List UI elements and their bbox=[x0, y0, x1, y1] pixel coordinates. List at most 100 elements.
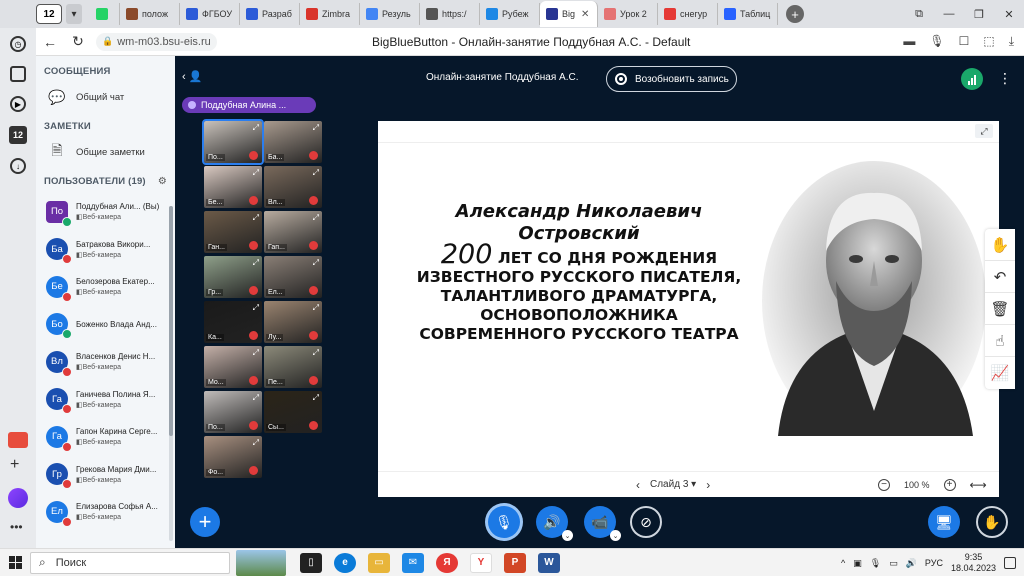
multi-user-icon[interactable]: ☝ bbox=[985, 325, 1015, 357]
expand-icon[interactable]: ⤢ bbox=[253, 213, 259, 223]
video-tile[interactable]: ⤢ Фо... bbox=[204, 436, 262, 478]
taskbar-search[interactable]: ⌕ Поиск bbox=[30, 551, 230, 574]
browser-tab[interactable] bbox=[90, 3, 120, 25]
presentation-toggle-button[interactable]: 🖥 bbox=[928, 506, 960, 538]
close-window-button[interactable]: ✕ bbox=[994, 8, 1024, 21]
browser-tab[interactable]: Рубеж bbox=[480, 3, 540, 25]
shared-notes-item[interactable]: 🗎 Общие заметки bbox=[36, 138, 175, 166]
video-tile[interactable]: ⤢ Бе... bbox=[204, 166, 262, 208]
trash-icon[interactable]: 🗑 bbox=[985, 293, 1015, 325]
mic-icon[interactable]: 🎙 bbox=[929, 34, 944, 49]
fit-width-button[interactable]: ⟷ bbox=[970, 478, 987, 492]
record-button[interactable]: Возобновить запись bbox=[606, 66, 737, 92]
raise-hand-button[interactable]: ✋ bbox=[976, 506, 1008, 538]
notifications-icon[interactable] bbox=[1004, 557, 1016, 569]
tray-expand-icon[interactable]: ^ bbox=[841, 558, 845, 568]
slide-selector[interactable]: Слайд 3 ▾ bbox=[650, 479, 696, 490]
expand-icon[interactable]: ⤢ bbox=[253, 348, 259, 358]
user-list-item[interactable]: Ел Елизарова Софья А... ◧Веб-камера bbox=[36, 493, 175, 531]
mail-icon[interactable] bbox=[8, 432, 28, 448]
mic-button[interactable]: 🎙 bbox=[488, 506, 520, 538]
browser-tab[interactable]: снегур bbox=[658, 3, 718, 25]
video-tile[interactable]: ⤢ Мо... bbox=[204, 346, 262, 388]
yandex-icon[interactable]: Y bbox=[470, 552, 492, 573]
video-tile[interactable]: ⤢ Гр... bbox=[204, 256, 262, 298]
expand-icon[interactable]: ⤢ bbox=[313, 258, 319, 268]
network-icon[interactable]: ▭ bbox=[889, 558, 898, 569]
video-tile[interactable]: ⤢ Ган... bbox=[204, 211, 262, 253]
browser-tab[interactable]: полож bbox=[120, 3, 180, 25]
url-field[interactable]: 🔒 wm-m03.bsu-eis.ru bbox=[96, 32, 217, 51]
new-tab-button[interactable]: + bbox=[786, 5, 804, 23]
language-indicator[interactable]: РУС bbox=[925, 558, 943, 568]
expand-icon[interactable]: ⤢ bbox=[313, 303, 319, 313]
browser-tab[interactable]: Таблиц bbox=[718, 3, 778, 25]
browser-tab[interactable]: ФГБОУ bbox=[180, 3, 240, 25]
expand-icon[interactable]: ⤢ bbox=[253, 438, 259, 448]
expand-icon[interactable]: ⤢ bbox=[253, 123, 259, 133]
expand-icon[interactable]: ⤢ bbox=[313, 213, 319, 223]
expand-icon[interactable]: ⤢ bbox=[313, 348, 319, 358]
word-icon[interactable]: W bbox=[538, 552, 560, 573]
actions-plus-button[interactable]: + bbox=[190, 507, 220, 537]
expand-icon[interactable]: ⤢ bbox=[313, 168, 319, 178]
user-list-toggle[interactable]: ‹ 👤 bbox=[182, 70, 202, 83]
edge-icon[interactable]: e bbox=[334, 552, 356, 573]
minimize-button[interactable]: — bbox=[934, 8, 964, 20]
screen-share-button[interactable]: ⊘ bbox=[630, 506, 662, 538]
expand-icon[interactable]: ⤢ bbox=[313, 393, 319, 403]
downloads-icon[interactable]: ↓ bbox=[10, 158, 26, 174]
extensions-icon[interactable]: ⬚ bbox=[983, 34, 994, 49]
close-tab-icon[interactable]: ✕ bbox=[581, 9, 589, 20]
chevron-down-icon[interactable]: ⌄ bbox=[562, 530, 573, 541]
user-list-scroll-thumb[interactable] bbox=[169, 206, 173, 436]
public-chat-item[interactable]: 💬 Общий чат bbox=[36, 83, 175, 111]
gear-icon[interactable]: ⚙ bbox=[158, 176, 167, 187]
video-tile[interactable]: ⤢ Гап... bbox=[264, 211, 322, 253]
user-list-item[interactable]: Га Гапон Карина Серге... ◧Веб-камера bbox=[36, 418, 175, 456]
zoom-out-button[interactable]: − bbox=[878, 479, 890, 491]
webcam-button[interactable]: 📹 ⌄ bbox=[584, 506, 621, 541]
mail-app-icon[interactable]: ✉ bbox=[402, 552, 424, 573]
tray-app-icon[interactable]: ▣ bbox=[853, 558, 862, 569]
task-view-icon[interactable]: ▯ bbox=[300, 552, 322, 573]
undo-icon[interactable]: ↶ bbox=[985, 261, 1015, 293]
expand-icon[interactable]: ⤢ bbox=[253, 393, 259, 403]
video-tile[interactable]: ⤢ По... bbox=[202, 119, 264, 165]
user-list-item[interactable]: Бо Боженко Влада Анд... bbox=[36, 306, 175, 344]
camera-icon[interactable]: ▬ bbox=[903, 34, 915, 49]
browser-tab[interactable]: Zimbra bbox=[300, 3, 360, 25]
next-slide-button[interactable]: › bbox=[706, 478, 710, 492]
tabs-count-icon[interactable]: 12 bbox=[9, 126, 27, 144]
tab-count-badge[interactable]: 12 bbox=[36, 4, 62, 24]
expand-icon[interactable]: ⤢ bbox=[253, 258, 259, 268]
audio-button[interactable]: 🔊 ⌄ bbox=[536, 506, 573, 541]
back-arrow-icon[interactable]: ← bbox=[36, 34, 64, 50]
explorer-icon[interactable]: ▭ bbox=[368, 552, 390, 573]
alice-assistant-icon[interactable] bbox=[8, 488, 28, 508]
video-tile[interactable]: ⤢ Пе... bbox=[264, 346, 322, 388]
chevron-down-icon[interactable]: ⌄ bbox=[610, 530, 621, 541]
connection-status-icon[interactable] bbox=[961, 68, 983, 90]
collections-icon[interactable] bbox=[10, 66, 26, 82]
expand-icon[interactable]: ⤢ bbox=[253, 168, 259, 178]
expand-icon[interactable]: ⤢ bbox=[253, 303, 259, 313]
more-icon[interactable]: ••• bbox=[10, 520, 23, 534]
options-menu-icon[interactable]: ⋮ bbox=[998, 70, 1012, 87]
user-list-item[interactable]: Гр Грекова Мария Дми... ◧Веб-камера bbox=[36, 456, 175, 494]
clock[interactable]: 9:35 18.04.2023 bbox=[951, 552, 996, 574]
browser-tab[interactable]: Разраб bbox=[240, 3, 300, 25]
video-tile[interactable]: ⤢ По... bbox=[204, 391, 262, 433]
download-icon[interactable]: ⤓ bbox=[1009, 34, 1014, 49]
user-list-item[interactable]: Ба Батракова Викори... ◧Веб-камера bbox=[36, 231, 175, 269]
reload-icon[interactable]: ↻ bbox=[64, 33, 92, 50]
powerpoint-icon[interactable]: P bbox=[504, 552, 526, 573]
user-list-item[interactable]: Га Ганичева Полина Я... ◧Веб-камера bbox=[36, 381, 175, 419]
tab-actions-icon[interactable]: ⧉ bbox=[904, 8, 934, 21]
volume-icon[interactable]: 🔊 bbox=[906, 558, 917, 569]
bookmark-icon[interactable]: ☐ bbox=[959, 34, 970, 49]
browser-tab[interactable]: Урок 2 bbox=[598, 3, 658, 25]
talking-indicator[interactable]: Поддубная Алина ... bbox=[182, 97, 316, 113]
maximize-button[interactable]: ❐ bbox=[964, 8, 994, 21]
media-icon[interactable]: ▶ bbox=[10, 96, 26, 112]
